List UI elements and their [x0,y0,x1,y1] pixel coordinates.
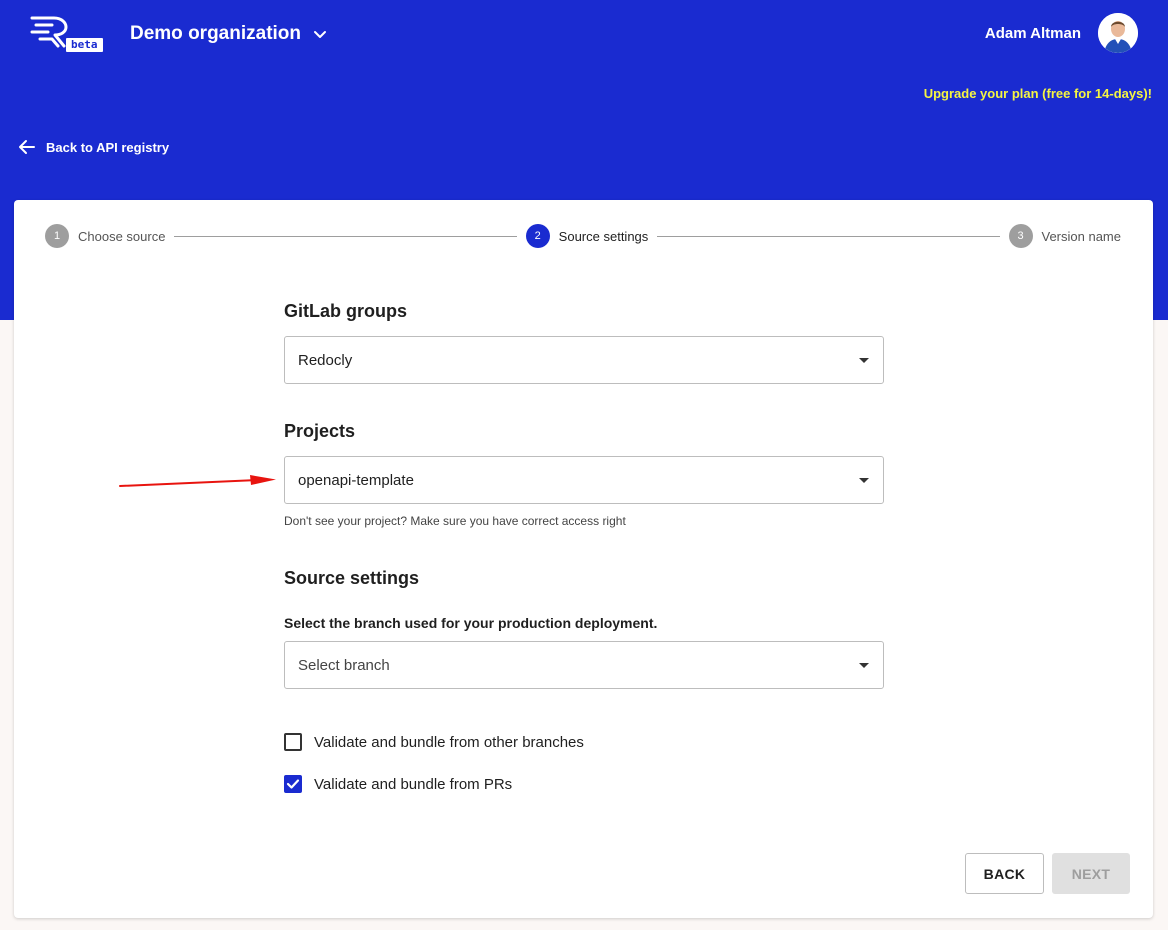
validate-prs-checkbox[interactable] [284,775,302,793]
source-settings-title: Source settings [284,568,420,588]
back-button[interactable]: BACK [965,853,1044,894]
gitlab-groups-title: GitLab groups [284,301,407,321]
dropdown-caret-icon [859,477,869,483]
step-label: Choose source [78,228,166,244]
step-version-name: 3 Version name [1008,224,1122,248]
step-connector [657,235,1000,237]
checkbox-label: Validate and bundle from other branches [314,733,584,751]
organization-name: Demo organization [130,23,302,44]
chevron-down-icon [314,30,327,38]
validate-other-branches-checkbox[interactable] [284,733,302,751]
projects-title: Projects [284,421,356,441]
user-name: Adam Altman [984,24,1081,42]
step-number: 2 [525,224,550,248]
organization-switcher[interactable]: Demo organization [130,20,327,48]
dropdown-caret-icon [859,662,869,668]
step-choose-source: 1 Choose source [45,224,165,248]
back-link-label: Back to API registry [46,139,170,155]
back-to-registry-link[interactable]: Back to API registry [18,139,169,155]
step-label: Source settings [558,228,649,244]
next-button[interactable]: NEXT [1052,853,1130,894]
user-avatar-icon [1098,13,1138,53]
branch-placeholder: Select branch [298,656,390,674]
gitlab-group-value: Redocly [298,351,353,369]
project-select[interactable]: openapi-template [284,456,884,504]
arrow-left-icon [19,140,35,154]
dropdown-caret-icon [859,357,869,363]
step-label: Version name [1041,228,1122,244]
stepper: 1 Choose source 2 Source settings 3 Vers… [45,224,1121,248]
step-connector [174,235,517,237]
redocly-logo[interactable]: beta [28,12,108,56]
step-number: 3 [1008,224,1033,248]
validate-other-branches-option[interactable]: Validate and bundle from other branches [284,733,584,751]
project-hint: Don't see your project? Make sure you ha… [284,514,626,528]
step-number: 1 [45,224,69,248]
checkmark-icon [286,779,300,789]
wizard-card: 1 Choose source 2 Source settings 3 Vers… [14,200,1153,918]
checkbox-label: Validate and bundle from PRs [314,775,513,793]
gitlab-group-select[interactable]: Redocly [284,336,884,384]
branch-select[interactable]: Select branch [284,641,884,689]
beta-badge: beta [66,38,103,52]
branch-label: Select the branch used for your producti… [284,615,658,631]
validate-prs-option[interactable]: Validate and bundle from PRs [284,775,512,793]
project-value: openapi-template [298,471,414,489]
avatar[interactable] [1098,13,1138,53]
step-source-settings: 2 Source settings [525,224,649,248]
user-menu[interactable]: Adam Altman [985,13,1138,53]
upgrade-plan-link[interactable]: Upgrade your plan (free for 14-days)! [924,86,1152,101]
annotation-arrow-icon [119,475,276,487]
